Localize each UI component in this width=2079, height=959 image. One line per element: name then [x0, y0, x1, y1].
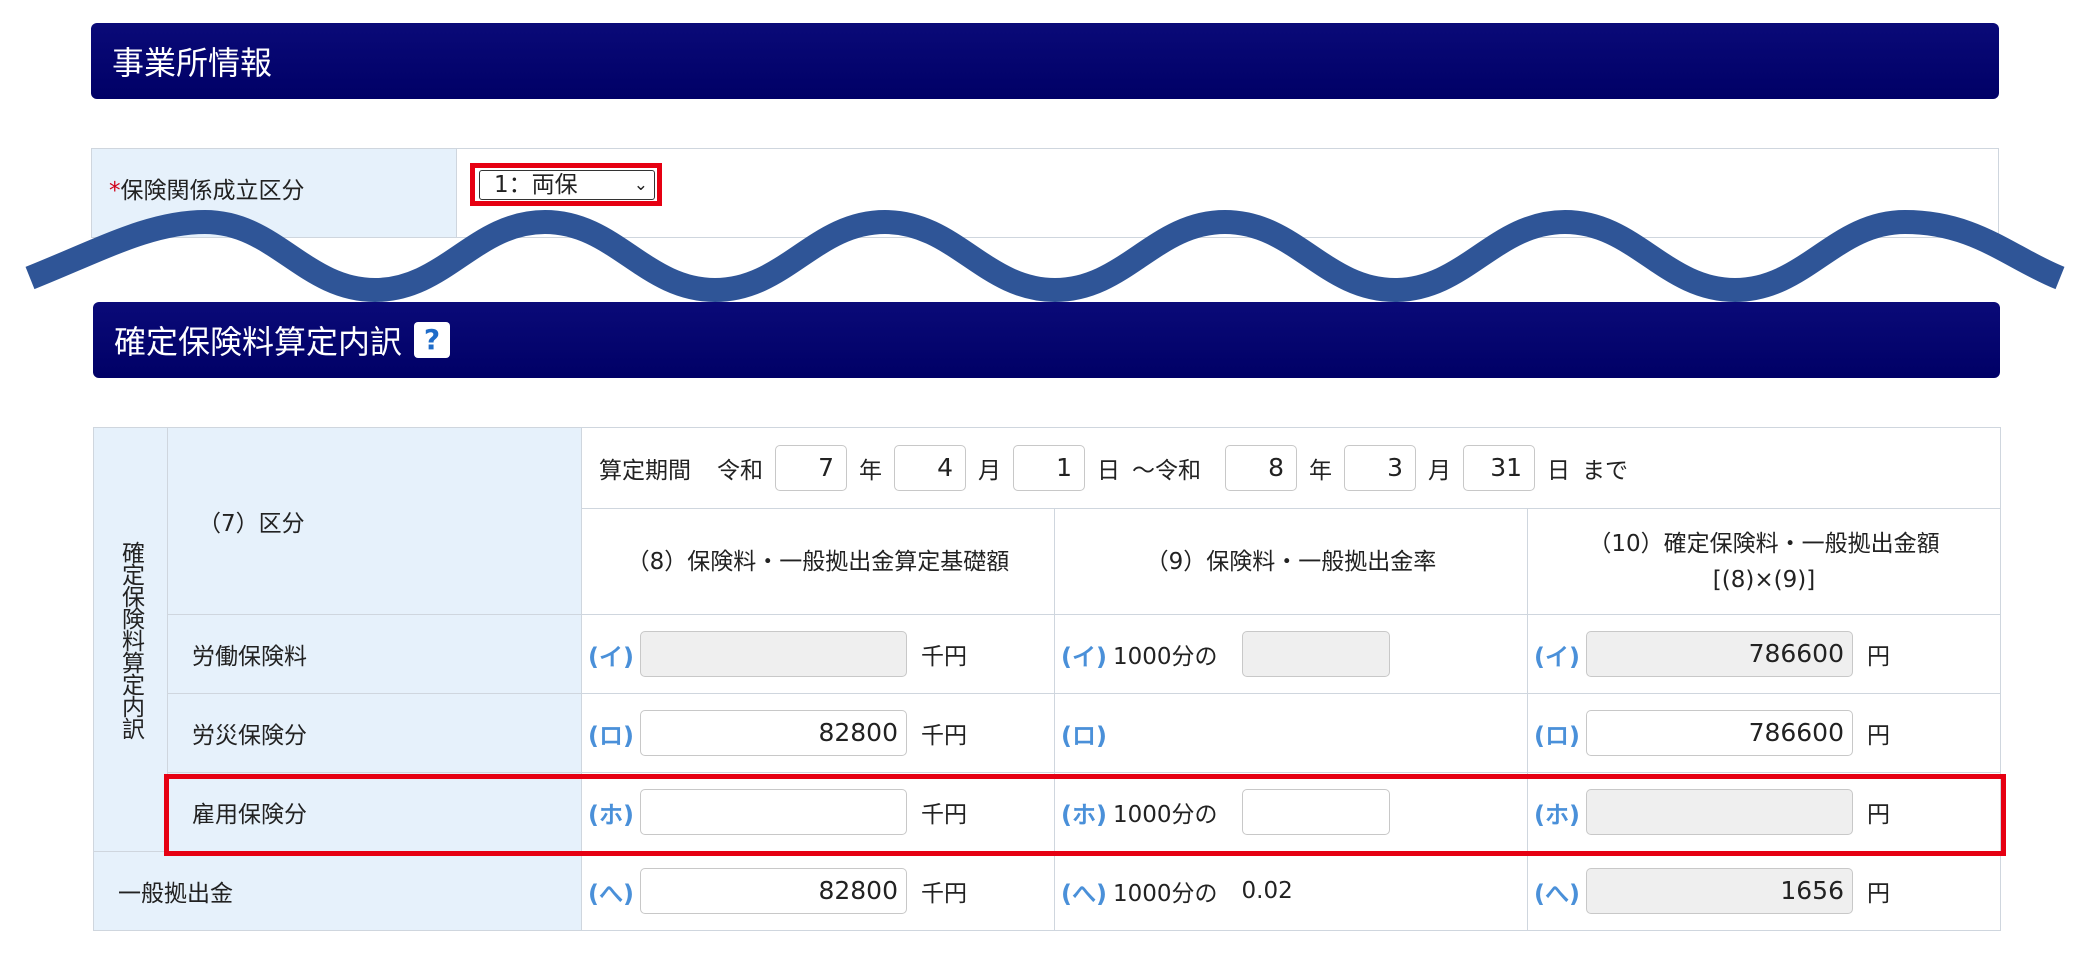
rate-value: 0.02	[1241, 878, 1293, 904]
office-info-title: 事業所情報	[112, 44, 273, 82]
rate-prefix: 1000分の	[1113, 644, 1218, 670]
rate-cell: (へ) 1000分の 0.02	[1054, 851, 1528, 931]
row-marker: (へ)	[1534, 879, 1580, 908]
row-label-text: 雇用保険分	[192, 802, 307, 828]
row-label: 労災保険分	[167, 693, 582, 773]
unit-label: 円	[1867, 723, 1890, 749]
vertical-label-text: 確定保険料算定内訳	[117, 540, 144, 739]
rate-prefix: 1000分の	[1113, 881, 1218, 907]
rate-cell: (ロ)	[1054, 693, 1528, 773]
base-cell: (ロ) 82800 千円	[581, 693, 1055, 773]
page-break-wave	[25, 209, 2065, 303]
month-unit: 月	[978, 458, 1001, 484]
row-marker: (ホ)	[588, 800, 634, 829]
col9-header: （9）保険料・一般拠出金率	[1054, 508, 1528, 615]
day-unit: 日	[1097, 458, 1120, 484]
amount-cell: (イ) 786600 円	[1527, 614, 2001, 694]
rate-input[interactable]	[1241, 789, 1390, 835]
row-marker: (イ)	[1534, 642, 1580, 671]
amount-cell: (ロ) 786600 円	[1527, 693, 2001, 773]
period-era: 令和	[717, 458, 763, 484]
row-marker: (へ)	[588, 879, 634, 908]
row-marker: (へ)	[1061, 879, 1107, 908]
table-row: 労働保険料 (イ) 千円 (イ) 1000分の (イ) 786600 円	[94, 614, 2001, 694]
rate-cell: (イ) 1000分の	[1054, 614, 1528, 694]
row-marker: (イ)	[588, 642, 634, 671]
start-year-input[interactable]: 7	[775, 445, 847, 491]
wave-path	[25, 209, 2065, 303]
base-amount-input[interactable]	[640, 789, 907, 835]
year-unit: 年	[859, 458, 882, 484]
row-label: 雇用保険分	[167, 772, 582, 852]
amount-cell: (へ) 1656 円	[1527, 851, 2001, 931]
col10-header: （10）確定保険料・一般拠出金額 [(8)×(9)]	[1527, 508, 2001, 615]
amount-input[interactable]: 786600	[1586, 710, 1853, 756]
amount-input	[1586, 789, 1853, 835]
row-label: 労働保険料	[167, 614, 582, 694]
end-month-input[interactable]: 3	[1344, 445, 1416, 491]
end-day-input[interactable]: 31	[1463, 445, 1535, 491]
calc-breakdown-table: 確定保険料算定内訳 （7）区分 算定期間 令和 7 年 4 月 1 日 ～令和 …	[93, 427, 2001, 931]
amount-cell: (ホ) 円	[1527, 772, 2001, 852]
unit-label: 千円	[921, 881, 967, 907]
base-cell: (イ) 千円	[581, 614, 1055, 694]
base-amount-input[interactable]: 82800	[640, 868, 907, 914]
table-row: 雇用保険分 (ホ) 千円 (ホ) 1000分の (ホ) 円	[94, 772, 2001, 852]
row-label-text: 労働保険料	[192, 644, 307, 670]
col10-header-line2: [(8)×(9)]	[1712, 566, 1816, 593]
base-cell: (ホ) 千円	[581, 772, 1055, 852]
day-unit: 日	[1547, 458, 1570, 484]
row-marker: (ホ)	[1061, 800, 1107, 829]
calc-breakdown-title: 確定保険料算定内訳	[114, 323, 403, 361]
rate-cell: (ホ) 1000分の	[1054, 772, 1528, 852]
category-header: （7）区分	[167, 427, 582, 615]
row-label: 一般拠出金	[93, 851, 582, 931]
table-row: 労災保険分 (ロ) 82800 千円 (ロ) (ロ) 786600 円	[94, 693, 2001, 773]
base-cell: (へ) 82800 千円	[581, 851, 1055, 931]
row-marker: (イ)	[1061, 642, 1107, 671]
unit-label: 円	[1867, 881, 1890, 907]
col8-header: （8）保険料・一般拠出金算定基礎額	[581, 508, 1055, 615]
row-marker: (ロ)	[1534, 721, 1580, 750]
period-row: 算定期間 令和 7 年 4 月 1 日 ～令和 8 年 3 月 31 日 まで	[581, 427, 2001, 509]
rate-prefix: 1000分の	[1113, 802, 1218, 828]
category-header-text: （7）区分	[198, 511, 305, 537]
amount-input: 1656	[1586, 868, 1853, 914]
row-marker: (ロ)	[1061, 721, 1107, 750]
unit-label: 千円	[921, 723, 967, 749]
help-icon[interactable]: ?	[414, 322, 451, 358]
start-month-input[interactable]: 4	[894, 445, 966, 491]
base-amount-input[interactable]: 82800	[640, 710, 907, 756]
col9-header-text: （9）保険料・一般拠出金率	[1145, 548, 1437, 575]
row-label-text: 労災保険分	[192, 723, 307, 749]
row-marker: (ロ)	[588, 721, 634, 750]
col8-header-text: （8）保険料・一般拠出金算定基礎額	[626, 548, 1010, 575]
period-prefix: 算定期間	[599, 458, 691, 484]
end-year-input[interactable]: 8	[1225, 445, 1297, 491]
month-unit: 月	[1428, 458, 1451, 484]
period-separator: ～令和	[1132, 458, 1201, 484]
office-info-header: 事業所情報	[91, 23, 1999, 99]
col10-header-line1: （10）確定保険料・一般拠出金額	[1588, 530, 1940, 557]
calc-breakdown-header: 確定保険料算定内訳 ?	[93, 302, 2000, 378]
base-amount-input	[640, 631, 907, 677]
year-unit: 年	[1309, 458, 1332, 484]
unit-label: 千円	[921, 644, 967, 670]
unit-label: 千円	[921, 802, 967, 828]
table-row: 一般拠出金 (へ) 82800 千円 (へ) 1000分の 0.02 (へ) 1…	[93, 851, 2001, 931]
rate-input	[1241, 631, 1390, 677]
row-label-text: 一般拠出金	[118, 881, 233, 907]
vertical-section-label: 確定保険料算定内訳	[93, 427, 168, 852]
start-day-input[interactable]: 1	[1013, 445, 1085, 491]
unit-label: 円	[1867, 644, 1890, 670]
period-suffix: まで	[1582, 458, 1628, 484]
amount-input: 786600	[1586, 631, 1853, 677]
row-marker: (ホ)	[1534, 800, 1580, 829]
unit-label: 円	[1867, 802, 1890, 828]
